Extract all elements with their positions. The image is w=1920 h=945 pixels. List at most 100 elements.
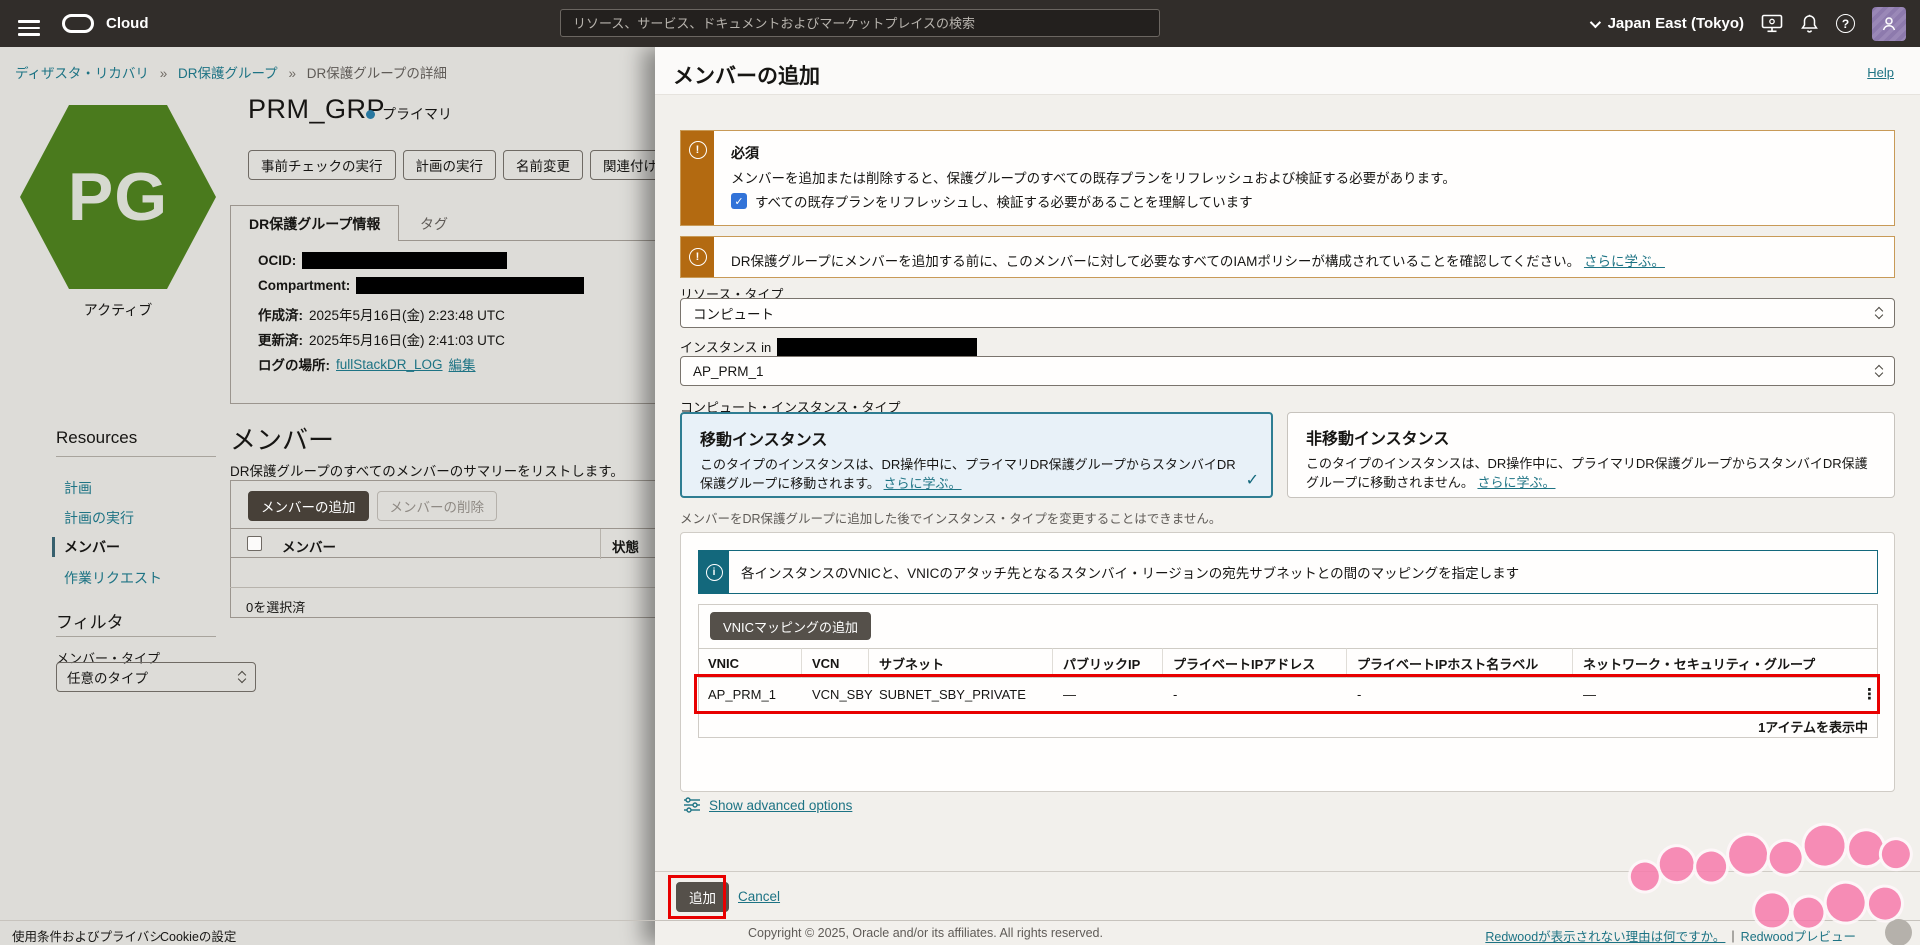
- panel-title: メンバーの追加: [673, 60, 820, 90]
- sidebar-item-plan-executions[interactable]: 計画の実行: [64, 508, 134, 528]
- brand-label: Cloud: [106, 15, 149, 32]
- non-moving-instance-title: 非移動インスタンス: [1306, 425, 1876, 449]
- add-member-button[interactable]: メンバーの追加: [248, 491, 369, 521]
- instance-value: AP_PRM_1: [693, 364, 764, 379]
- role-badge-label: プライマリ: [382, 104, 452, 124]
- delete-member-button[interactable]: メンバーの削除: [377, 491, 498, 521]
- resources-heading: Resources: [56, 428, 137, 448]
- run-plan-button[interactable]: 計画の実行: [403, 150, 497, 180]
- members-section-title: メンバー: [230, 420, 334, 457]
- resource-type-select[interactable]: コンピュート: [680, 298, 1895, 328]
- panel-help-link[interactable]: Help: [1867, 65, 1894, 80]
- refresh-ack-checkbox[interactable]: ✓: [731, 193, 747, 209]
- entity-actions-row: 事前チェックの実行 計画の実行 名前変更 関連付け解除 More ac: [248, 150, 656, 181]
- log-location-label: ログの場所:: [258, 354, 330, 374]
- members-section-description: DR保護グループのすべてのメンバーのサマリーをリストします。: [230, 460, 624, 480]
- detail-log-row: ログの場所: fullStackDR_LOG 編集: [258, 354, 476, 374]
- panel-header: メンバーの追加 Help: [655, 47, 1920, 95]
- column-divider: [600, 529, 601, 559]
- iam-learn-more-link[interactable]: さらに学ぶ。: [1584, 254, 1665, 269]
- cloud-shell-icon[interactable]: [1761, 14, 1783, 33]
- instance-select[interactable]: AP_PRM_1: [680, 356, 1895, 386]
- rename-button[interactable]: 名前変更: [503, 150, 583, 180]
- sliders-icon: [683, 797, 701, 813]
- vcn-cell: VCN_SBY: [802, 678, 869, 712]
- log-group-link[interactable]: fullStackDR_LOG: [336, 357, 443, 372]
- member-type-select[interactable]: 任意のタイプ: [56, 662, 256, 692]
- tab-tags[interactable]: タグ: [420, 214, 448, 234]
- warning-icon: !: [689, 141, 707, 159]
- global-search-input[interactable]: [560, 9, 1160, 37]
- members-selected-count: 0を選択済: [246, 597, 305, 616]
- detail-ocid-row: OCID:: [258, 252, 507, 269]
- members-column-header: メンバー: [282, 536, 336, 556]
- redwood-separator: |: [1731, 929, 1734, 943]
- sidebar-item-plans[interactable]: 計画: [64, 478, 92, 498]
- resource-type-value: コンピュート: [693, 303, 774, 323]
- add-member-panel: メンバーの追加 Help ! 必須 メンバーを追加または削除すると、保護グループ…: [655, 47, 1920, 945]
- tab-dr-protection-group-info[interactable]: DR保護グループ情報: [230, 205, 399, 241]
- top-bar: Cloud Japan East (Tokyo) ?: [0, 0, 1920, 47]
- moving-instance-title: 移動インスタンス: [700, 426, 1253, 450]
- terms-privacy-link[interactable]: 使用条件およびプライバシ: [12, 926, 162, 945]
- public-ip-column-header: パブリックIP: [1053, 648, 1163, 678]
- breadcrumb-disaster-recovery[interactable]: ディザスタ・リカバリ: [15, 66, 149, 81]
- entity-badge-hexagon: PG: [20, 105, 216, 289]
- subnet-column-header: サブネット: [869, 648, 1053, 678]
- sidebar-item-work-requests[interactable]: 作業リクエスト: [64, 568, 162, 588]
- members-empty-row: [230, 558, 700, 588]
- detail-created-row: 作成済: 2025年5月16日(金) 2:23:48 UTC: [258, 304, 505, 324]
- help-icon[interactable]: ?: [1836, 14, 1855, 33]
- required-notice-body: メンバーを追加または削除すると、保護グループのすべての既存プランをリフレッシュお…: [731, 167, 1456, 187]
- select-all-checkbox[interactable]: [247, 536, 262, 551]
- notifications-bell-icon[interactable]: [1800, 14, 1819, 34]
- redwood-question-link[interactable]: Redwoodが表示されない理由は何ですか。: [1485, 926, 1725, 945]
- add-vnic-mapping-button[interactable]: VNICマッピングの追加: [710, 612, 871, 640]
- created-value: 2025年5月16日(金) 2:23:48 UTC: [309, 304, 505, 324]
- info-icon: i: [706, 564, 723, 581]
- private-ip-cell: -: [1163, 678, 1347, 712]
- instance-type-note: メンバーをDR保護グループに追加した後でインスタンス・タイプを変更することはでき…: [680, 508, 1221, 527]
- compartment-redaction-bar: [777, 338, 977, 356]
- nsg-column-header: ネットワーク・セキュリティ・グループ: [1573, 648, 1878, 678]
- hamburger-menu-icon[interactable]: [18, 16, 40, 40]
- role-badge: プライマリ: [366, 104, 452, 124]
- region-selector[interactable]: Japan East (Tokyo): [1590, 15, 1744, 32]
- disassociate-button[interactable]: 関連付け解除: [590, 150, 656, 180]
- breadcrumb: ディザスタ・リカバリ » DR保護グループ » DR保護グループの詳細: [15, 62, 447, 82]
- breadcrumb-dr-protection-groups[interactable]: DR保護グループ: [178, 66, 278, 81]
- run-prechecks-button[interactable]: 事前チェックの実行: [248, 150, 396, 180]
- user-avatar[interactable]: [1872, 7, 1906, 41]
- non-moving-instance-card[interactable]: 非移動インスタンス このタイプのインスタンスは、DR操作中に、プライマリDR保護…: [1287, 412, 1895, 498]
- cancel-link[interactable]: Cancel: [738, 889, 780, 904]
- breadcrumb-current-page: DR保護グループの詳細: [307, 66, 447, 81]
- moving-learn-more-link[interactable]: さらに学ぶ。: [884, 476, 962, 491]
- member-type-value: 任意のタイプ: [67, 667, 148, 687]
- public-ip-cell: —: [1053, 678, 1163, 712]
- moving-instance-card[interactable]: 移動インスタンス このタイプのインスタンスは、DR操作中に、プライマリDR保護グ…: [680, 412, 1273, 498]
- add-submit-button[interactable]: 追加: [676, 882, 729, 912]
- log-edit-link[interactable]: 編集: [449, 354, 476, 374]
- vnic-cell: AP_PRM_1: [698, 678, 802, 712]
- oci-console-screen: Cloud Japan East (Tokyo) ? ディザスタ・リカバリ » …: [0, 0, 1920, 945]
- footer-divider: [0, 920, 1920, 921]
- oracle-logo-icon[interactable]: [62, 14, 94, 38]
- row-actions-kebab-icon[interactable]: ⋮: [1862, 685, 1877, 703]
- subnet-cell: SUBNET_SBY_PRIVATE: [869, 678, 1053, 712]
- cookie-preferences-link[interactable]: Cookieの設定: [160, 926, 236, 945]
- show-advanced-options-link[interactable]: Show advanced options: [709, 798, 852, 813]
- non-moving-instance-description: このタイプのインスタンスは、DR操作中に、プライマリDR保護グループからスタンバ…: [1306, 455, 1878, 493]
- redwood-footer-links: Redwoodが表示されない理由は何ですか。 | Redwoodプレビュー: [1485, 926, 1856, 945]
- non-moving-learn-more-link[interactable]: さらに学ぶ。: [1477, 475, 1555, 490]
- redwood-preview-link[interactable]: Redwoodプレビュー: [1741, 926, 1856, 945]
- vnic-info-box: i 各インスタンスのVNICと、VNICのアタッチ先となるスタンバイ・リージョン…: [698, 550, 1878, 594]
- required-notice-title: 必須: [731, 143, 759, 163]
- detail-updated-row: 更新済: 2025年5月16日(金) 2:41:03 UTC: [258, 329, 505, 349]
- warning-bar: !: [681, 237, 714, 277]
- compartment-redaction-bar: [356, 277, 584, 294]
- members-table-header: メンバー 状態: [230, 528, 700, 558]
- private-ip-column-header: プライベートIPアドレス: [1163, 648, 1347, 678]
- select-stepper-icon: [1876, 308, 1882, 318]
- sidebar-item-members[interactable]: メンバー: [52, 537, 120, 557]
- floating-widget-button[interactable]: [1885, 919, 1912, 945]
